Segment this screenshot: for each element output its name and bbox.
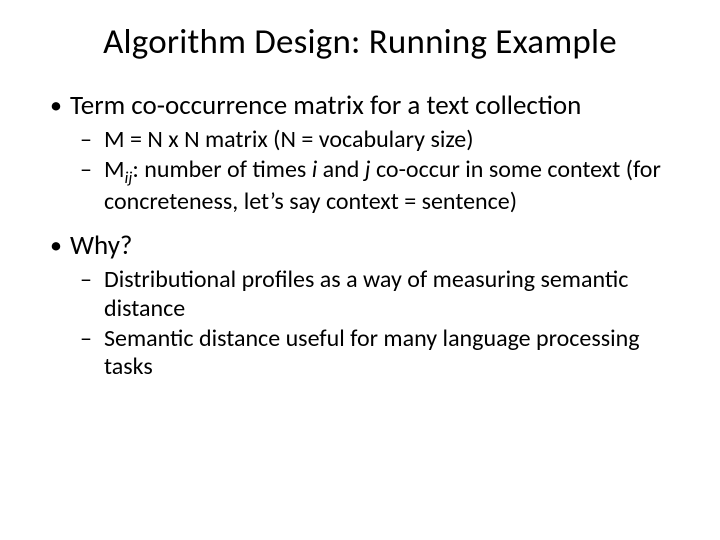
- bullet-list: Term co-occurrence matrix for a text col…: [40, 90, 680, 395]
- bullet-why: Why? Distributional profiles as a way of…: [40, 230, 680, 381]
- sub-bullet-text: Semantic distance useful for many langua…: [104, 324, 640, 381]
- mij-pre: M: [104, 155, 125, 184]
- sub-bullet-distributional: Distributional profiles as a way of meas…: [70, 266, 680, 323]
- sub-bullet-mij: Mij: number of times i and j co-occur in…: [70, 156, 680, 216]
- sub-bullet-matrix-def: M = N x N matrix (N = vocabulary size): [70, 126, 680, 154]
- mij-mid1: : number of times: [132, 155, 311, 184]
- bullet-text: Term co-occurrence matrix for a text col…: [70, 89, 581, 122]
- bullet-term-matrix: Term co-occurrence matrix for a text col…: [40, 90, 680, 216]
- slide: Algorithm Design: Running Example Term c…: [0, 0, 720, 540]
- sub-bullet-text: Distributional profiles as a way of meas…: [104, 265, 628, 322]
- sub-bullet-list: Distributional profiles as a way of meas…: [70, 266, 680, 381]
- sub-bullet-semantic-distance: Semantic distance useful for many langua…: [70, 325, 680, 382]
- sub-bullet-list: M = N x N matrix (N = vocabulary size) M…: [70, 126, 680, 216]
- bullet-text: Why?: [70, 229, 132, 262]
- mij-mid2: and: [317, 155, 365, 184]
- slide-title: Algorithm Design: Running Example: [40, 22, 680, 62]
- sub-bullet-text: M = N x N matrix (N = vocabulary size): [104, 125, 474, 154]
